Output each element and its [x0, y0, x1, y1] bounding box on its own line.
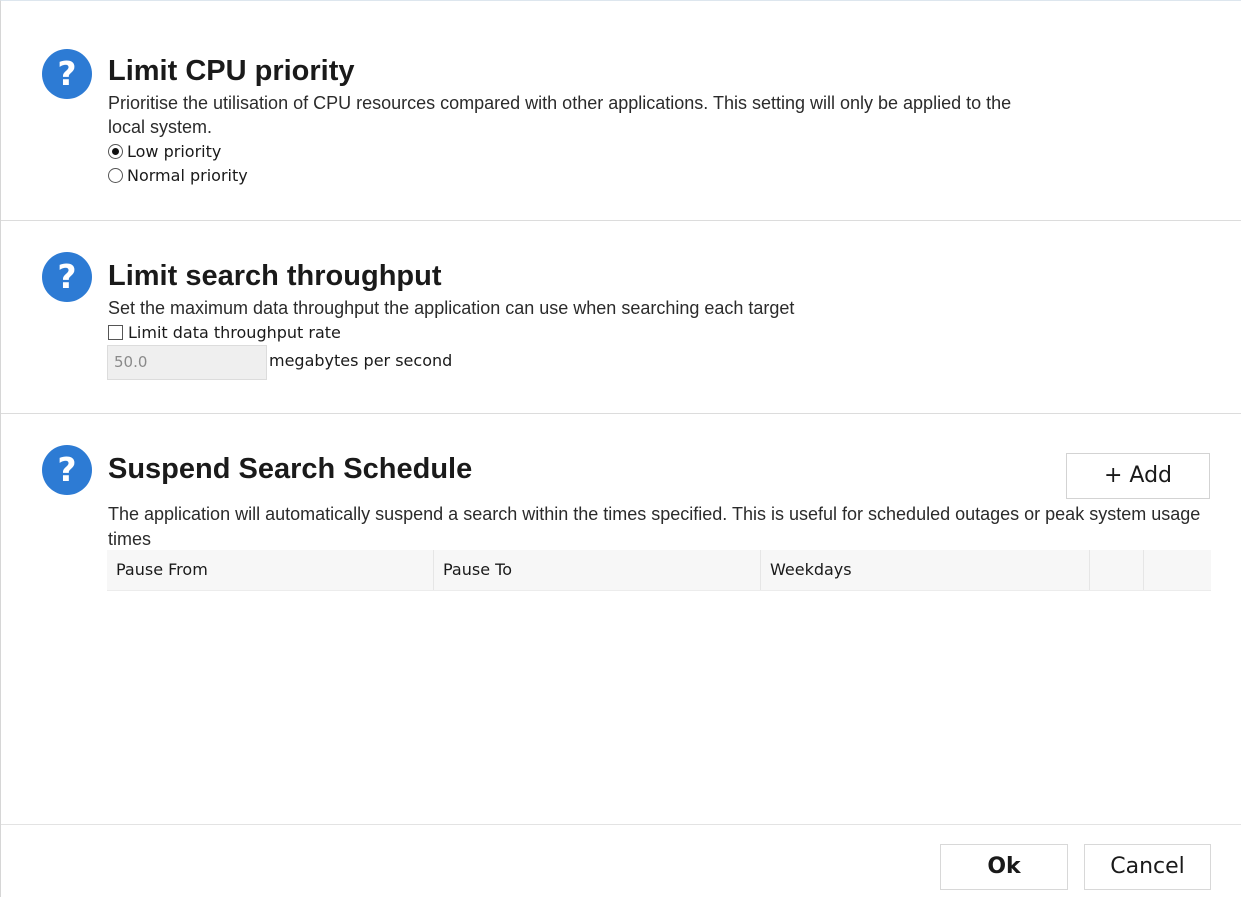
section-title-schedule: Suspend Search Schedule — [108, 453, 473, 485]
search-throughput-section: ? Limit search throughput Set the maximu… — [1, 220, 1241, 414]
column-header-pause-to[interactable]: Pause To — [434, 550, 761, 590]
help-icon[interactable]: ? — [42, 252, 92, 302]
cancel-button[interactable]: Cancel — [1084, 844, 1211, 890]
dialog-footer: Ok Cancel — [1, 824, 1241, 897]
section-description-throughput: Set the maximum data throughput the appl… — [108, 298, 795, 318]
radio-selected-icon[interactable] — [108, 143, 123, 159]
add-schedule-button[interactable]: + Add — [1066, 453, 1210, 499]
help-icon[interactable]: ? — [42, 49, 92, 99]
column-header-action — [1144, 550, 1211, 590]
section-title-throughput: Limit search throughput — [108, 260, 442, 292]
section-description-schedule: The application will automatically suspe… — [108, 504, 1201, 549]
settings-dialog: ? Limit CPU priority Prioritise the util… — [0, 0, 1241, 897]
column-header-pause-from[interactable]: Pause From — [107, 550, 434, 590]
low-priority-radio[interactable]: Low priority — [108, 140, 221, 162]
throughput-rate-input[interactable]: 50.0 — [107, 345, 267, 380]
normal-priority-label: Normal priority — [127, 165, 248, 185]
column-header-action — [1090, 550, 1144, 590]
cpu-priority-section: ? Limit CPU priority Prioritise the util… — [1, 1, 1241, 221]
normal-priority-radio[interactable]: Normal priority — [108, 164, 248, 186]
low-priority-label: Low priority — [127, 141, 222, 161]
checkbox-unchecked-icon[interactable] — [108, 324, 123, 340]
rate-unit-label: megabytes per second — [269, 351, 453, 370]
help-icon[interactable]: ? — [42, 445, 92, 495]
schedule-table-header: Pause From Pause To Weekdays — [107, 550, 1211, 591]
section-title-cpu: Limit CPU priority — [108, 55, 355, 87]
limit-throughput-checkbox[interactable]: Limit data throughput rate — [108, 321, 341, 343]
ok-button[interactable]: Ok — [940, 844, 1068, 890]
limit-throughput-label: Limit data throughput rate — [128, 322, 341, 342]
radio-unselected-icon[interactable] — [108, 167, 123, 183]
section-description-cpu: Prioritise the utilisation of CPU resour… — [108, 93, 1012, 137]
column-header-weekdays[interactable]: Weekdays — [761, 550, 1090, 590]
suspend-schedule-section: ? Suspend Search Schedule + Add The appl… — [1, 413, 1241, 825]
